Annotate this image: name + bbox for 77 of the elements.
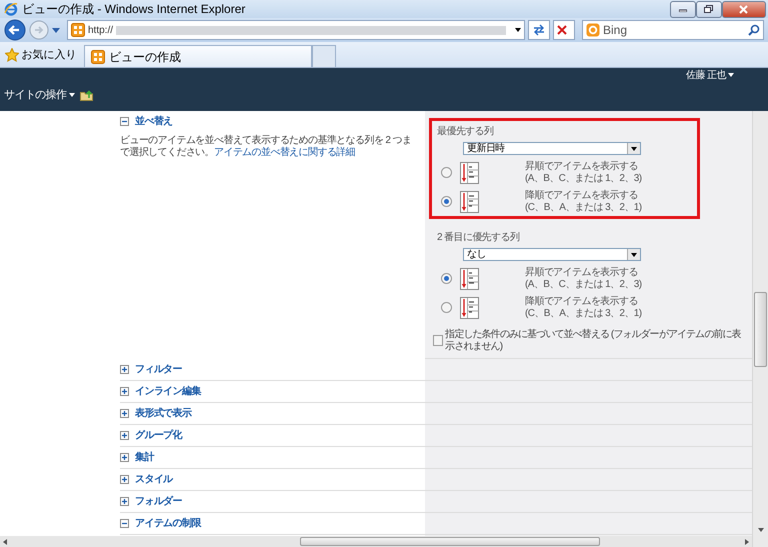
site-actions-menu[interactable]: サイトの操作: [4, 86, 75, 103]
section-title[interactable]: 表形式で表示: [135, 406, 192, 421]
horizontal-scroll-thumb[interactable]: [300, 537, 600, 546]
browser-logo-icon: [4, 2, 18, 16]
close-icon: [739, 4, 748, 14]
option-label: 昇順でアイテムを表示する: [525, 267, 639, 278]
checkbox[interactable]: [433, 335, 443, 346]
search-provider-logo-icon: [586, 23, 600, 37]
address-field[interactable]: http://: [67, 20, 525, 40]
caret-icon[interactable]: [515, 28, 521, 32]
section-title[interactable]: インライン編集: [135, 384, 201, 399]
caret-icon: [631, 252, 637, 256]
option-label: 昇順でアイテムを表示する: [525, 161, 639, 172]
star-icon: [5, 48, 19, 62]
collapse-icon[interactable]: [120, 519, 129, 528]
stop-button[interactable]: [553, 20, 575, 40]
dropdown-caret-icon[interactable]: [52, 28, 60, 32]
favorites-button[interactable]: お気に入り: [0, 43, 84, 67]
url-text: http://: [88, 24, 114, 38]
details-link[interactable]: アイテムの並べ替えに関する詳細: [214, 147, 356, 158]
back-button[interactable]: [4, 19, 26, 41]
option-label: 降順でアイテムを表示する: [525, 296, 639, 308]
section-title[interactable]: フィルター: [135, 362, 182, 377]
window-title: ビューの作成 - Windows Internet Explorer: [22, 1, 246, 18]
radio-button[interactable]: [441, 302, 452, 313]
option-example: (C、B、A、または 3、2、1): [525, 308, 642, 319]
section-title[interactable]: 並べ替え: [135, 114, 173, 129]
scroll-down-arrow-icon[interactable]: [756, 527, 764, 533]
maximize-button[interactable]: [696, 0, 722, 18]
expand-icon[interactable]: [120, 497, 129, 506]
refresh-button[interactable]: [528, 20, 550, 40]
section-description: ビューのアイテムを並べ替えて表示するための基準となる列を 2 つまで選択してください。アイテムの並べ替えに関する詳細: [120, 135, 412, 159]
descending-sort-icon: [460, 190, 479, 212]
sort-column-dropdown[interactable]: 更新日時: [463, 142, 641, 155]
section-title[interactable]: 集計: [135, 450, 154, 465]
expand-icon[interactable]: [120, 431, 129, 440]
caret-icon: [631, 146, 637, 150]
expand-icon[interactable]: [120, 475, 129, 484]
close-button[interactable]: [722, 0, 766, 18]
radio-button[interactable]: [441, 167, 452, 178]
section-title[interactable]: スタイル: [135, 472, 173, 487]
expand-icon[interactable]: [120, 453, 129, 462]
ascending-sort-icon: [460, 162, 479, 184]
ascending-sort-icon: [460, 268, 479, 290]
collapse-icon[interactable]: [120, 117, 129, 126]
checkbox-label: 指定した条件のみに基づいて並べ替える (フォルダーがアイテムの前に表示されません): [445, 329, 742, 352]
search-field[interactable]: Bing: [582, 20, 764, 40]
section-title[interactable]: フォルダー: [135, 494, 182, 509]
section-title[interactable]: アイテムの制限: [135, 516, 201, 531]
option-label: 降順でアイテムを表示する: [525, 190, 639, 202]
search-icon[interactable]: [748, 24, 760, 36]
vertical-scroll-thumb[interactable]: [754, 292, 767, 367]
search-provider-text: Bing: [603, 22, 628, 39]
option-example: (C、B、A、または 3、2、1): [525, 202, 642, 213]
radio-button[interactable]: [441, 273, 452, 284]
folder-up-icon[interactable]: [80, 88, 94, 101]
user-menu[interactable]: 佐藤 正也: [686, 68, 734, 83]
expand-icon[interactable]: [120, 409, 129, 418]
page-favicon-icon: [91, 50, 105, 64]
radio-button[interactable]: [441, 196, 452, 207]
browser-tab[interactable]: ビューの作成: [84, 45, 312, 67]
minimize-button[interactable]: [670, 0, 696, 18]
field-label: 2 番目に優先する列: [437, 230, 520, 245]
field-label: 最優先する列: [437, 124, 494, 139]
sort-column-dropdown[interactable]: なし: [463, 248, 641, 261]
descending-sort-icon: [460, 296, 479, 318]
page-favicon-icon: [71, 23, 85, 37]
caret-icon: [68, 92, 75, 97]
section-title[interactable]: グループ化: [135, 428, 182, 443]
stop-x-icon: [557, 25, 567, 35]
option-example: (A、B、C、または 1、2、3): [525, 172, 642, 184]
expand-icon[interactable]: [120, 387, 129, 396]
option-example: (A、B、C、または 1、2、3): [525, 278, 642, 290]
restore-icon: [704, 5, 713, 13]
expand-icon[interactable]: [120, 365, 129, 374]
refresh-arrows-icon: [532, 24, 546, 36]
caret-icon: [728, 73, 734, 78]
